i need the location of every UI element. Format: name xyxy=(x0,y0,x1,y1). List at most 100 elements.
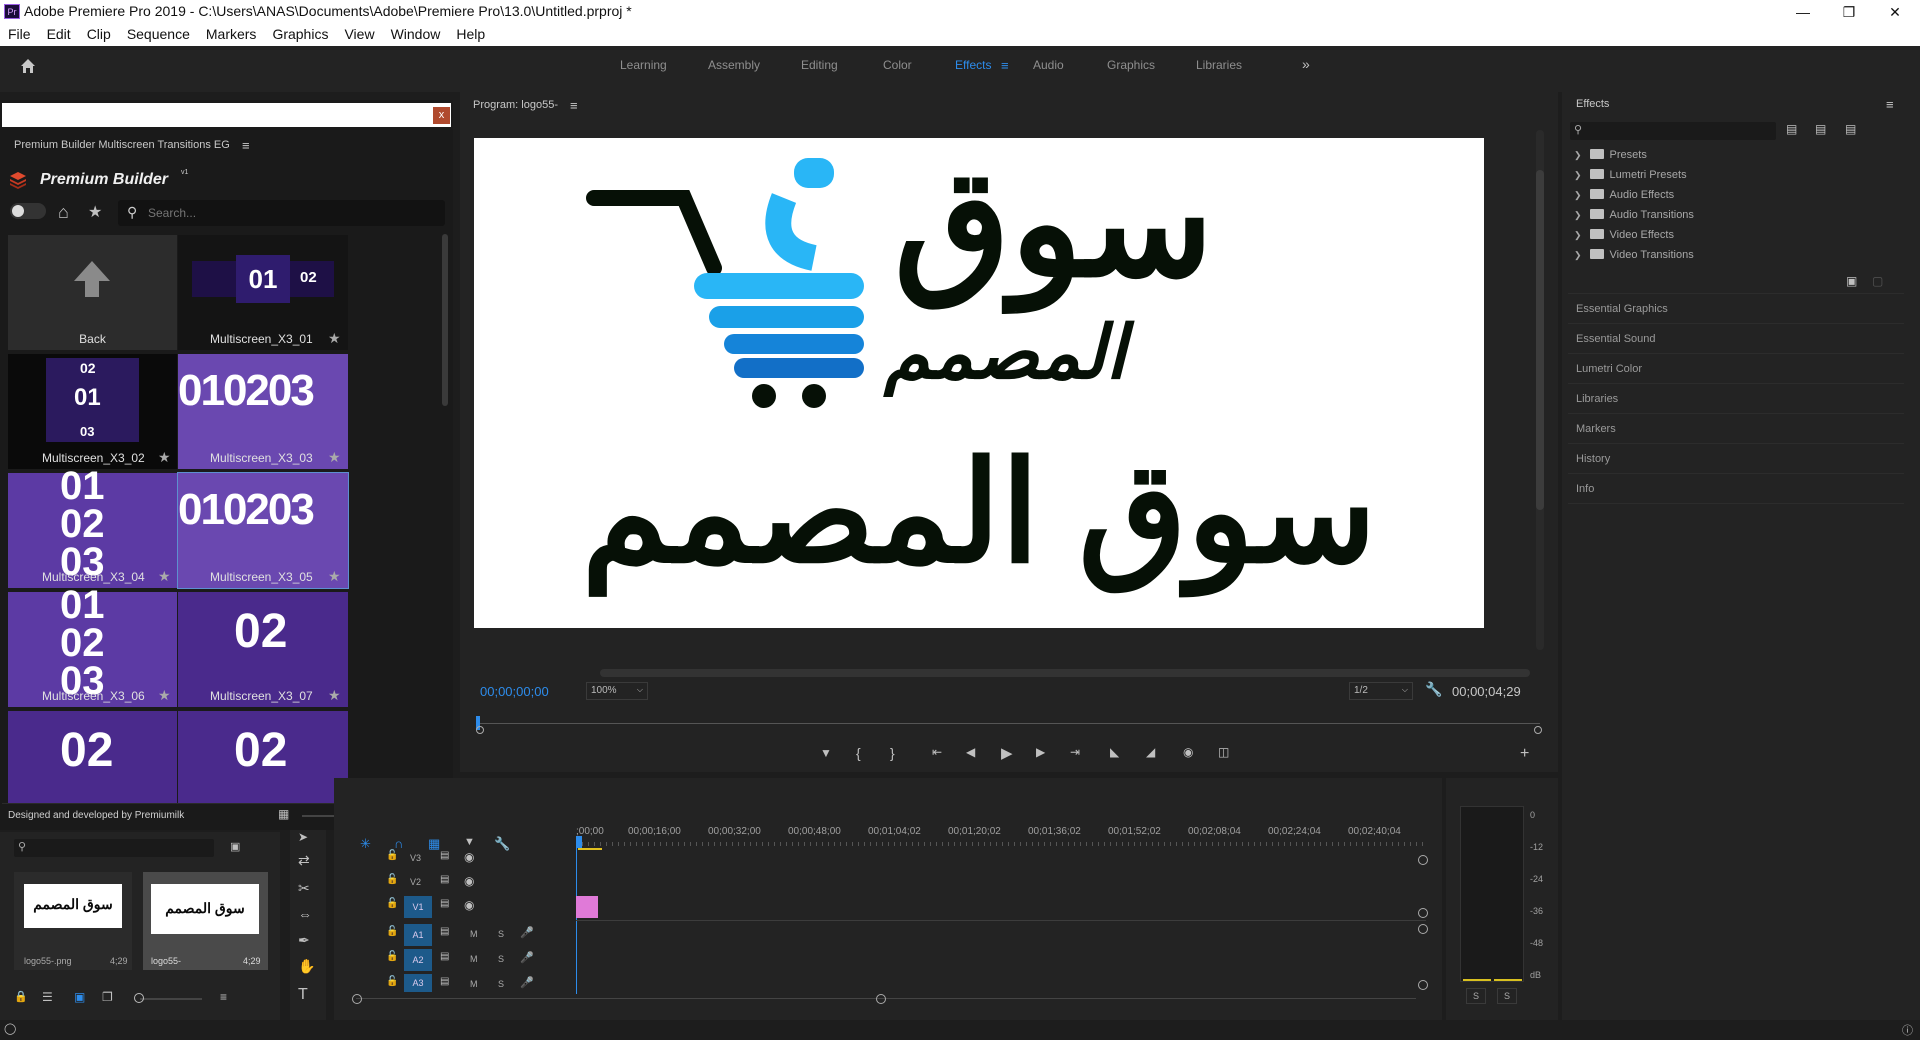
favorite-star-icon[interactable]: ★ xyxy=(328,330,341,347)
freeform-view-icon[interactable]: ❐ xyxy=(102,990,113,1004)
project-item-selected[interactable]: سوق المصمم logo55- 4;29 xyxy=(143,872,268,970)
effects-tree-item[interactable]: ❯ Video Effects xyxy=(1574,229,1904,249)
plugin-tile-partial[interactable]: 02 xyxy=(178,711,348,803)
go-to-in-icon[interactable]: ⇤ xyxy=(932,745,942,759)
libraries-section[interactable]: Libraries xyxy=(1568,384,1904,414)
lock-track-icon[interactable]: 🔓 xyxy=(386,976,398,987)
step-forward-icon[interactable]: ▶ xyxy=(1036,745,1045,759)
project-zoom-knob[interactable] xyxy=(134,993,144,1003)
minimize-button[interactable]: — xyxy=(1780,0,1826,24)
effects-search-input[interactable]: ⚲ xyxy=(1570,122,1776,140)
track-label-v1[interactable]: V1 xyxy=(404,896,432,918)
info-section[interactable]: Info xyxy=(1568,474,1904,504)
plugin-scrollbar[interactable] xyxy=(442,234,448,406)
scroll-end-handle[interactable] xyxy=(876,994,886,1004)
plugin-tile[interactable]: 010203 Multiscreen_X3_03 ★ xyxy=(178,354,348,469)
lock-track-icon[interactable]: 🔓 xyxy=(386,850,398,861)
home-icon[interactable] xyxy=(18,56,38,76)
workspace-audio[interactable]: Audio xyxy=(1033,58,1064,72)
mute-button[interactable]: M xyxy=(470,954,478,964)
track-select-tool-icon[interactable]: ⇄ xyxy=(298,852,310,869)
favorite-star-icon[interactable]: ★ xyxy=(158,568,171,585)
favorite-star-icon[interactable]: ★ xyxy=(158,687,171,704)
solo-button[interactable]: S xyxy=(498,929,504,939)
mark-out-icon[interactable]: } xyxy=(890,745,895,761)
lock-track-icon[interactable]: 🔓 xyxy=(386,926,398,937)
zoom-select[interactable]: 100% ⌵ xyxy=(586,682,648,700)
sync-lock-icon[interactable]: ▤ xyxy=(440,874,449,885)
effects-tree-item[interactable]: ❯ Audio Transitions xyxy=(1574,209,1904,229)
icon-view-icon[interactable]: ▣ xyxy=(74,990,85,1004)
history-section[interactable]: History xyxy=(1568,444,1904,474)
yuv-effects-icon[interactable]: ▤ xyxy=(1845,122,1856,136)
plugin-tile[interactable]: 01 02 03 Multiscreen_X3_06 ★ xyxy=(8,585,177,707)
mute-button[interactable]: M xyxy=(470,929,478,939)
eye-icon[interactable]: ◉ xyxy=(464,898,474,912)
settings-wrench-icon[interactable]: 🔧 xyxy=(1425,681,1442,698)
selection-tool-icon[interactable]: ➤ xyxy=(298,830,308,844)
project-zoom-slider[interactable] xyxy=(140,998,202,1000)
plugin-tile[interactable]: 01 02 03 Multiscreen_X3_04 ★ xyxy=(8,466,177,588)
program-tab[interactable]: Program: logo55- xyxy=(473,99,558,111)
eye-icon[interactable]: ◉ xyxy=(464,850,474,864)
program-vscroll[interactable] xyxy=(1536,130,1544,650)
track-height-handle[interactable] xyxy=(1418,908,1428,918)
plugin-search-input[interactable] xyxy=(148,204,428,222)
lock-track-icon[interactable]: 🔓 xyxy=(386,898,398,909)
close-window-button[interactable]: ✕ xyxy=(1872,0,1918,24)
plugin-favorites-icon[interactable]: ★ xyxy=(88,202,102,222)
workspace-graphics[interactable]: Graphics xyxy=(1107,58,1155,72)
scrubber-start-handle[interactable] xyxy=(476,726,484,734)
favorite-star-icon[interactable]: ★ xyxy=(328,687,341,704)
mark-in-icon[interactable]: { xyxy=(856,745,861,761)
go-to-out-icon[interactable]: ⇥ xyxy=(1070,745,1080,759)
effects-tree-item[interactable]: ❯ Presets xyxy=(1574,149,1904,169)
program-tab-menu-icon[interactable]: ≡ xyxy=(570,98,578,113)
lift-icon[interactable]: ◣ xyxy=(1110,745,1119,759)
plugin-close-icon[interactable]: x xyxy=(433,107,450,124)
menu-clip[interactable]: Clip xyxy=(79,24,119,42)
menu-help[interactable]: Help xyxy=(448,24,493,42)
camera-export-frame-icon[interactable]: ◉ xyxy=(1183,745,1193,759)
plugin-tile[interactable]: 02 01 03 Multiscreen_X3_02 ★ xyxy=(8,354,177,469)
plugin-tab[interactable]: Premium Builder Multiscreen Transitions … xyxy=(14,139,230,151)
markers-section[interactable]: Markers xyxy=(1568,414,1904,444)
grid-small-icon[interactable]: ▦ xyxy=(278,807,289,821)
favorite-star-icon[interactable]: ★ xyxy=(158,449,171,466)
project-search-input[interactable]: ⚲ xyxy=(14,839,214,857)
timeline-hscroll[interactable] xyxy=(356,998,1416,999)
hand-tool-icon[interactable]: ✋ xyxy=(298,958,315,975)
meter-solo-right[interactable]: S xyxy=(1497,988,1517,1004)
more-workspaces-icon[interactable]: » xyxy=(1302,56,1310,72)
slip-tool-icon[interactable]: ⇔ xyxy=(298,906,312,922)
menu-window[interactable]: Window xyxy=(383,24,449,42)
snap-icon[interactable]: ∩ xyxy=(394,836,403,851)
button-editor-plus-icon[interactable]: + xyxy=(1520,745,1529,763)
menu-file[interactable]: File xyxy=(0,24,39,42)
solo-button[interactable]: S xyxy=(498,979,504,989)
comparison-view-icon[interactable]: ◫ xyxy=(1218,745,1229,759)
sync-lock-icon[interactable]: ▤ xyxy=(440,926,449,937)
project-item[interactable]: سوق المصمم logo55-.png 4;29 xyxy=(14,872,132,970)
workspace-libraries[interactable]: Libraries xyxy=(1196,58,1242,72)
lock-track-icon[interactable]: 🔓 xyxy=(386,951,398,962)
resolution-select[interactable]: 1/2 ⌵ xyxy=(1349,682,1413,700)
track-label-a1[interactable]: A1 xyxy=(404,924,432,946)
maximize-button[interactable]: ❐ xyxy=(1826,0,1872,24)
workspace-learning[interactable]: Learning xyxy=(620,58,667,72)
lock-icon[interactable]: 🔒 xyxy=(14,990,28,1003)
menu-markers[interactable]: Markers xyxy=(198,24,265,42)
effects-tab[interactable]: Effects xyxy=(1576,98,1609,110)
add-marker-icon[interactable]: ▼ xyxy=(464,836,475,848)
new-bin-icon[interactable]: ▣ xyxy=(230,840,240,853)
step-back-icon[interactable]: ◀ xyxy=(966,745,975,759)
razor-tool-icon[interactable]: ✂ xyxy=(298,880,310,897)
effects-menu-icon[interactable]: ≡ xyxy=(1886,97,1894,112)
microphone-icon[interactable]: 🎤 xyxy=(520,976,534,989)
timeline-playhead[interactable] xyxy=(576,836,582,848)
microphone-icon[interactable]: 🎤 xyxy=(520,951,534,964)
favorite-star-icon[interactable]: ★ xyxy=(328,568,341,585)
add-marker-icon[interactable]: ▼ xyxy=(820,746,832,760)
sync-lock-icon[interactable]: ▤ xyxy=(440,898,449,909)
microphone-icon[interactable]: 🎤 xyxy=(520,926,534,939)
